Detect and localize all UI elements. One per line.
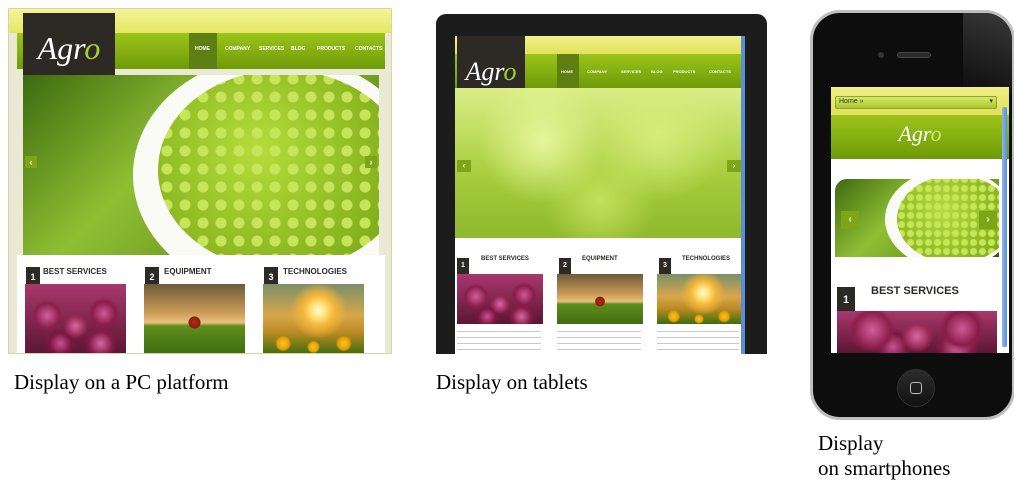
caption-phone-1: Display [818,431,884,455]
arrow-left-icon: ‹ [848,214,852,225]
nav-home[interactable]: HOME [195,46,210,52]
pc-section-2-image [144,284,245,353]
arrow-right-icon: › [369,157,373,167]
pc-section-3-title[interactable]: TECHNOLOGIES [283,267,347,276]
pc-section-3-image [263,284,364,353]
tablet-scrollbar[interactable] [741,36,745,354]
nav-services[interactable]: SERVICES [259,46,284,52]
nav-company[interactable]: COMPANY [225,46,250,52]
phone-slider-prev[interactable]: ‹ [841,211,859,229]
tablet-nav-services[interactable]: SERVICES [621,69,641,74]
phone-device: Home » ▾ Agro ‹ › 1 BEST SERVICES [810,10,1014,420]
pc-section-1-image [25,284,126,353]
phone-screen: Home » ▾ Agro ‹ › 1 BEST SERVICES [831,87,1009,353]
tablet-slider [455,88,745,238]
tablet-device: Agro HOME COMPANY SERVICES BLOG PRODUCTS… [436,14,767,354]
tablet-nav-company[interactable]: COMPANY [587,69,607,74]
tablet-section-2-title[interactable]: EQUIPMENT [582,256,618,262]
home-button-icon [910,382,922,394]
arrow-left-icon: ‹ [462,161,466,170]
tablet-nav-home[interactable]: HOME [561,69,573,74]
phone-slider [835,179,999,257]
tablet-nav-blog[interactable]: BLOG [651,69,663,74]
tablet-section-3-title[interactable]: TECHNOLOGIES [682,256,730,262]
phone-menu-select[interactable]: Home » ▾ [835,96,997,109]
phone-scrollbar[interactable] [1002,107,1007,347]
pc-section-2-title[interactable]: EQUIPMENT [164,267,212,276]
phone-section-1-title[interactable]: BEST SERVICES [871,285,959,297]
tablet-section-3-image [657,274,741,324]
dropdown-arrow-icon: ▾ [989,98,993,105]
arrow-right-icon: › [732,161,736,170]
tablet-screen: Agro HOME COMPANY SERVICES BLOG PRODUCTS… [455,36,745,354]
arrow-left-icon: ‹ [29,157,33,167]
caption-phone-2: on smartphones [818,456,951,480]
tablet-section-2-num: 2 [559,258,571,274]
tablet-section-1-title[interactable]: BEST SERVICES [481,256,529,262]
tablet-section-1-num: 1 [457,258,469,274]
pc-display: Agro HOME COMPANY SERVICES BLOG PRODUCTS… [8,8,392,354]
phone-slider-next[interactable]: › [979,211,997,229]
phone-logo[interactable]: Agro [831,121,1009,147]
tablet-section-3-num: 3 [659,258,671,274]
pc-slider [23,75,379,255]
phone-section-1-num: 1 [837,287,855,313]
phone-section-1-image [837,311,997,353]
tablet-section-1-image [457,274,543,324]
earpiece [897,52,931,58]
arrow-right-icon: › [986,214,990,225]
tablet-nav-contacts[interactable]: CONTACTS [709,69,731,74]
nav-contacts[interactable]: CONTACTS [355,46,382,52]
phone-menu-label: Home » [839,98,864,105]
pc-section-1-title[interactable]: BEST SERVICES [43,267,107,276]
caption-tablet: Display on tablets [436,370,588,394]
tablet-nav-products[interactable]: PRODUCTS [673,69,695,74]
front-camera [878,52,884,58]
home-button[interactable] [897,369,935,407]
tablet-slider-next[interactable]: › [727,160,741,172]
pc-slider-next[interactable]: › [365,156,377,168]
tablet-section-1-text [457,328,541,350]
tablet-section-3-text [657,328,739,350]
tablet-section-2-image [557,274,643,324]
nav-blog[interactable]: BLOG [291,46,305,52]
caption-pc: Display on a PC platform [14,370,229,394]
tablet-slider-prev[interactable]: ‹ [457,160,471,172]
tablet-section-2-text [557,328,641,350]
nav-products[interactable]: PRODUCTS [317,46,345,52]
pc-slider-prev[interactable]: ‹ [25,156,37,168]
